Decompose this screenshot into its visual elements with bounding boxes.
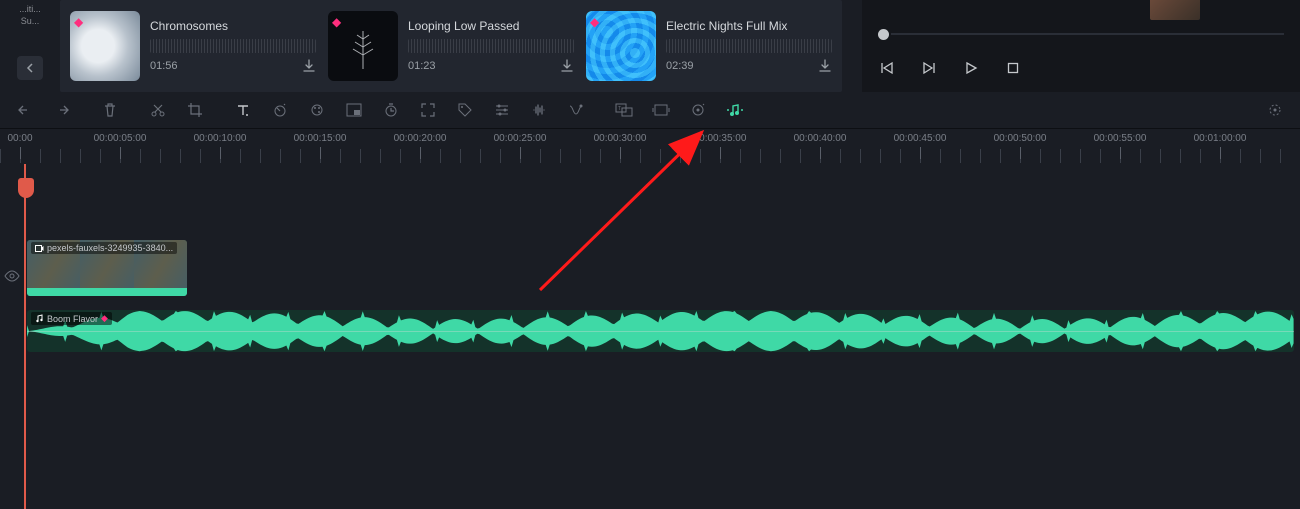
preview-video-area	[862, 0, 1300, 22]
media-duration: 01:56	[150, 60, 178, 72]
redo-button[interactable]	[45, 96, 79, 124]
ruler-label: 00:00	[7, 133, 32, 144]
track-visibility-icon[interactable]	[4, 270, 20, 282]
color-button[interactable]	[300, 96, 334, 124]
timeline-tracks[interactable]: pexels-fauxels-3249935-3840... Boom Flav…	[0, 164, 1300, 509]
premium-gem-icon: ◆	[74, 15, 83, 29]
video-icon	[35, 244, 44, 253]
split-button[interactable]	[141, 96, 175, 124]
delete-button[interactable]	[93, 96, 127, 124]
ruler-label: 00:00:05:00	[94, 133, 147, 144]
media-thumbnail: ◆	[70, 11, 140, 81]
sidebar-category-sublabel: Su...	[21, 16, 40, 26]
media-thumbnail: ◆	[586, 11, 656, 81]
media-waveform-preview	[408, 39, 574, 53]
play-button[interactable]	[962, 59, 980, 77]
timeline-settings-button[interactable]	[1258, 96, 1292, 124]
progress-knob[interactable]	[878, 29, 889, 40]
media-duration: 01:23	[408, 60, 436, 72]
beat-music-button[interactable]	[718, 96, 752, 124]
adjust-button[interactable]	[485, 96, 519, 124]
download-icon[interactable]	[818, 59, 832, 73]
text-button[interactable]	[226, 96, 260, 124]
premium-gem-icon: ◆	[590, 15, 599, 29]
media-waveform-preview	[666, 39, 832, 53]
fit-button[interactable]	[411, 96, 445, 124]
progress-bar[interactable]	[891, 33, 1284, 35]
ruler-label: 00:01:00:00	[1194, 133, 1247, 144]
ruler-label: 00:00:25:00	[494, 133, 547, 144]
clip-audio-strip	[27, 288, 187, 296]
clip-label-badge: pexels-fauxels-3249935-3840...	[31, 242, 177, 254]
download-icon[interactable]	[560, 59, 574, 73]
ruler-label: 00:00:20:00	[394, 133, 447, 144]
top-row: ...iti... Su... ◆ Chromosomes 01:56	[0, 0, 1300, 92]
audio-clip[interactable]: Boom Flavor ◆	[27, 310, 1294, 352]
timer-button[interactable]	[374, 96, 408, 124]
clip-label: pexels-fauxels-3249935-3840...	[47, 243, 173, 253]
media-title: Electric Nights Full Mix	[666, 19, 832, 33]
media-waveform-preview	[150, 39, 316, 53]
media-card[interactable]: ◆ Looping Low Passed 01:23	[328, 11, 574, 81]
sidebar-back-button[interactable]	[17, 56, 43, 80]
media-thumbnail: ◆	[328, 11, 398, 81]
premium-gem-icon: ◆	[332, 15, 341, 29]
playhead-handle[interactable]	[18, 178, 34, 198]
next-frame-button[interactable]	[920, 59, 938, 77]
audio-label: Boom Flavor	[47, 314, 98, 324]
sidebar-category-label: ...iti...	[19, 4, 41, 14]
preview-panel	[862, 0, 1300, 92]
undo-button[interactable]	[8, 96, 42, 124]
media-library-panel: ◆ Chromosomes 01:56 ◆ Looping Low Pass	[60, 0, 842, 92]
chevron-left-icon	[26, 63, 34, 73]
media-duration: 02:39	[666, 60, 694, 72]
media-meta: 01:56	[150, 59, 316, 73]
crop-button[interactable]	[178, 96, 212, 124]
tag-button[interactable]	[448, 96, 482, 124]
media-info: Chromosomes 01:56	[150, 19, 316, 73]
timeline-toolbar: T	[0, 92, 1300, 128]
playhead-line[interactable]	[24, 164, 26, 509]
prev-frame-button[interactable]	[878, 59, 896, 77]
preview-progress[interactable]	[862, 22, 1300, 46]
ruler-label: 00:00:30:00	[594, 133, 647, 144]
audio-label-badge: Boom Flavor ◆	[31, 312, 112, 325]
audio-mid-line	[27, 331, 1294, 332]
audio-edit-button[interactable]	[522, 96, 556, 124]
sidebar-category[interactable]: ...iti... Su...	[19, 4, 41, 26]
media-meta: 02:39	[666, 59, 832, 73]
stop-button[interactable]	[1004, 59, 1022, 77]
ruler-label: 00:00:50:00	[994, 133, 1047, 144]
smart-button[interactable]	[681, 96, 715, 124]
media-title: Chromosomes	[150, 19, 316, 33]
audio-detach-button[interactable]	[559, 96, 593, 124]
left-sidebar: ...iti... Su...	[0, 0, 60, 92]
preview-frame	[1150, 0, 1200, 20]
ruler-label: 00:00:10:00	[194, 133, 247, 144]
preview-controls	[862, 46, 1300, 90]
pip-button[interactable]	[337, 96, 371, 124]
svg-text:T: T	[618, 106, 621, 112]
download-icon[interactable]	[302, 59, 316, 73]
premium-gem-icon: ◆	[101, 313, 108, 324]
media-title: Looping Low Passed	[408, 19, 574, 33]
track-gutter	[0, 164, 24, 509]
media-meta: 01:23	[408, 59, 574, 73]
timeline-ruler[interactable]: 00:00 00:00:05:00 00:00:10:00 00:00:15:00 00…	[0, 128, 1300, 164]
media-card[interactable]: ◆ Chromosomes 01:56	[70, 11, 316, 81]
media-info: Electric Nights Full Mix 02:39	[666, 19, 832, 73]
subtitle-button[interactable]: T	[607, 96, 641, 124]
media-card[interactable]: ◆ Electric Nights Full Mix 02:39	[586, 11, 832, 81]
ruler-ticks	[0, 149, 1300, 163]
ruler-label: 00:00:15:00	[294, 133, 347, 144]
ruler-label: 00:00:40:00	[794, 133, 847, 144]
music-note-icon	[35, 314, 44, 323]
ruler-label: 00:00:35:00	[694, 133, 747, 144]
speed-button[interactable]	[263, 96, 297, 124]
frame-button[interactable]	[644, 96, 678, 124]
media-info: Looping Low Passed 01:23	[408, 19, 574, 73]
video-clip[interactable]: pexels-fauxels-3249935-3840...	[27, 240, 187, 296]
ruler-label: 00:00:45:00	[894, 133, 947, 144]
ruler-label: 00:00:55:00	[1094, 133, 1147, 144]
